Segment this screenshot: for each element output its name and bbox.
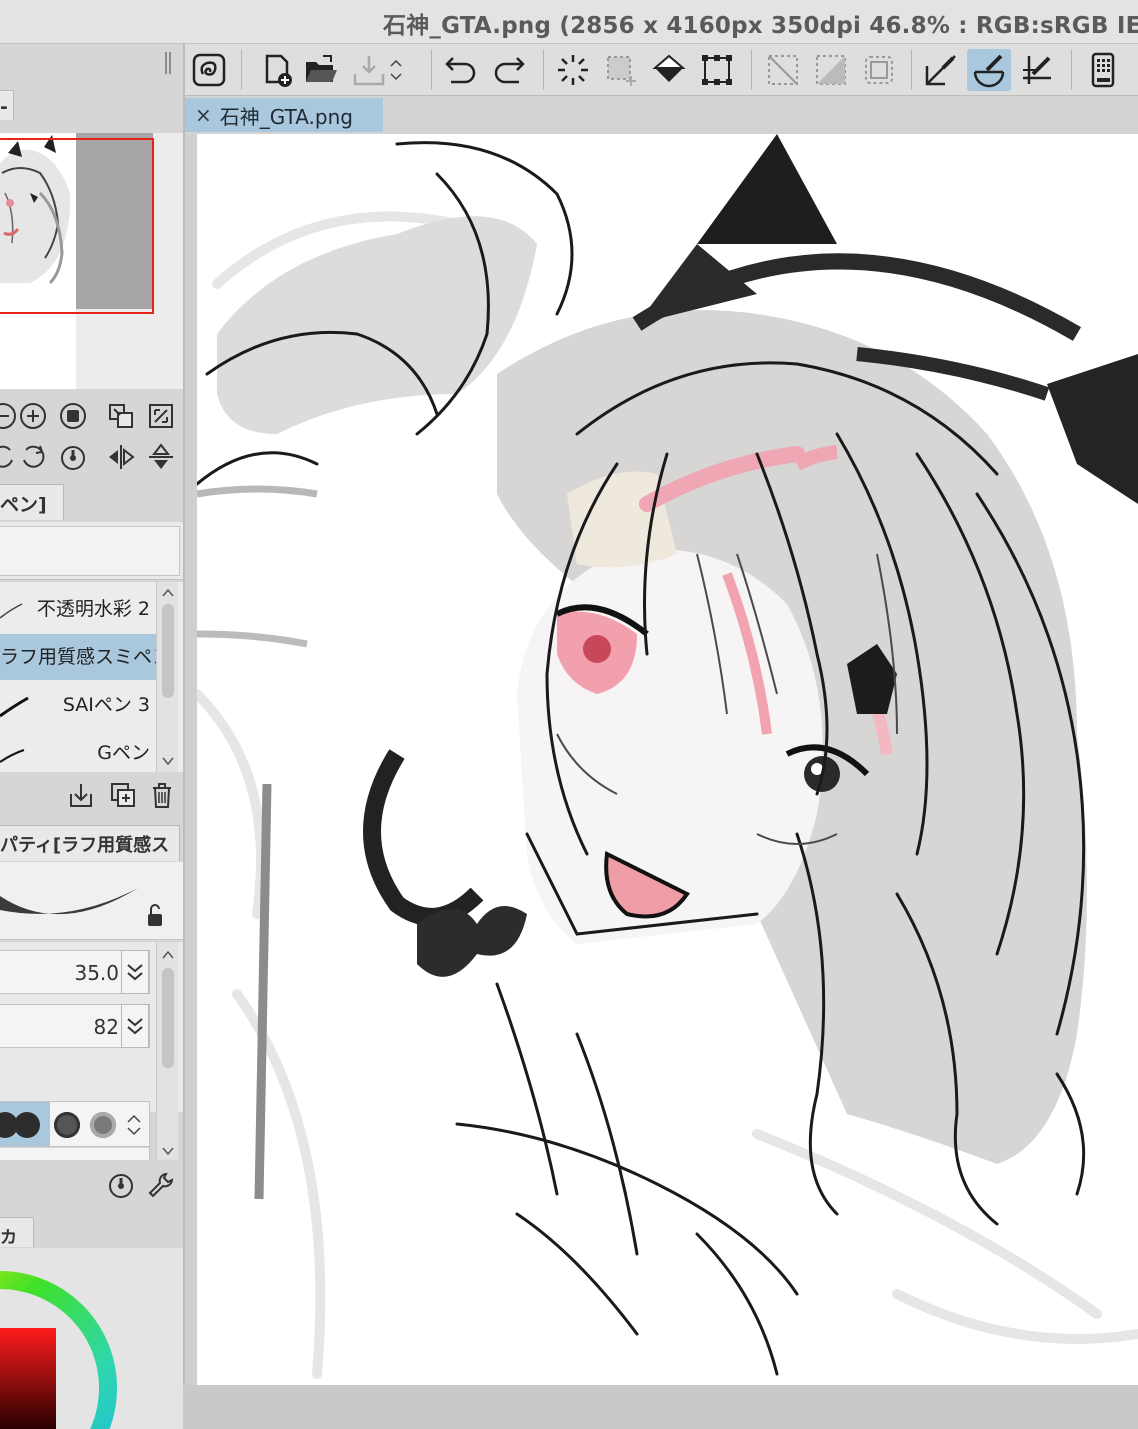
brush-item[interactable]: SAIペン 3	[0, 682, 156, 728]
brush-item-label: SAIペン 3	[62, 694, 150, 716]
navigator-tab[interactable]: -	[0, 90, 14, 120]
brush-tip-option[interactable]	[90, 1112, 116, 1138]
canvas-artwork	[197, 134, 1138, 1379]
toolbar-grip[interactable]	[165, 52, 179, 78]
duplicate-sub-tool-icon[interactable]	[106, 778, 140, 812]
clip-studio-icon[interactable]	[187, 49, 231, 91]
color-wheel-panel	[0, 1248, 183, 1429]
wrench-icon[interactable]	[144, 1168, 178, 1202]
brush-tip-stepper[interactable]	[125, 1110, 143, 1140]
brush-item-label: Gペン	[97, 742, 150, 764]
next-property-row	[0, 1148, 150, 1160]
document-tab-strip: × 石神_GTA.png	[185, 96, 1138, 134]
save-options-chevron-icon[interactable]	[385, 49, 407, 91]
hide-outside-selection-icon[interactable]	[761, 49, 805, 91]
tool-property-tab[interactable]: パティ[ラフ用質感ス	[0, 825, 180, 861]
lasso-icon[interactable]	[857, 49, 901, 91]
opacity-value: 82	[93, 1015, 119, 1039]
navigator-preview[interactable]	[0, 133, 183, 389]
actual-size-icon[interactable]	[56, 399, 90, 433]
document-tab-label: 石神_GTA.png	[219, 104, 353, 129]
navigator-view-frame[interactable]	[0, 138, 154, 314]
device-icon[interactable]	[1081, 49, 1125, 91]
flip-horizontal-icon[interactable]	[104, 440, 138, 474]
tool-property-scrollbar[interactable]	[156, 942, 178, 1160]
delete-sub-tool-icon[interactable]	[145, 778, 179, 812]
fit-to-navigator-icon[interactable]	[104, 399, 138, 433]
brush-preview-stroke	[0, 888, 138, 915]
sub-tool-scrollbar[interactable]	[156, 582, 178, 772]
sub-tool-actions	[0, 776, 183, 814]
brush-item-label: 不透明水彩 2	[36, 598, 150, 620]
window-title: 石神_GTA.png (2856 x 4160px 350dpi 46.8% :…	[383, 13, 1138, 39]
import-sub-tool-icon[interactable]	[64, 778, 98, 812]
command-bar	[185, 44, 1138, 96]
open-folder-icon[interactable]	[299, 49, 343, 91]
sub-tool-group-header	[0, 522, 183, 580]
opacity-pressure-toggle[interactable]	[121, 1004, 149, 1048]
snap-ruler-icon[interactable]	[919, 49, 963, 91]
tool-property-list: 35.0 82	[0, 942, 183, 1160]
color-wheel[interactable]	[0, 1248, 183, 1429]
snap-special-icon[interactable]	[967, 49, 1011, 91]
reset-rotation-icon[interactable]	[56, 440, 90, 474]
zoom-in-icon[interactable]	[16, 399, 50, 433]
sub-tool-panel-tab[interactable]: ペン]	[0, 484, 64, 520]
close-icon[interactable]: ×	[195, 103, 212, 127]
brush-item-label: ラフ用質感スミペン	[0, 646, 156, 668]
brush-tip-option[interactable]	[14, 1112, 40, 1138]
brush-size-value: 35.0	[74, 961, 119, 985]
navigator-controls-row-1	[0, 397, 183, 435]
color-wheel-tab[interactable]: カル	[0, 1217, 34, 1273]
fit-to-window-icon[interactable]	[144, 399, 178, 433]
document-tab[interactable]: × 石神_GTA.png	[185, 98, 383, 132]
brush-item[interactable]: 不透明水彩 2	[0, 586, 156, 632]
clear-selection-icon[interactable]	[551, 49, 595, 91]
left-panel: - ペン] 不透明水彩 2 ラフ用質感スミペン SAIペン 3 Gペン パティ[…	[0, 44, 185, 1429]
tool-property-actions	[0, 1166, 183, 1204]
saturation-value-square[interactable]	[0, 1328, 56, 1429]
brush-item-selected[interactable]: ラフ用質感スミペン	[0, 634, 156, 680]
redo-icon[interactable]	[487, 49, 531, 91]
ruler-snap-icon[interactable]	[809, 49, 853, 91]
navigator-controls-row-2	[0, 438, 183, 476]
brush-tip-selector[interactable]	[0, 1101, 150, 1147]
brush-item[interactable]: Gペン	[0, 730, 156, 776]
rotate-right-icon[interactable]	[16, 440, 50, 474]
undo-icon[interactable]	[439, 49, 483, 91]
flip-vertical-icon[interactable]	[144, 440, 178, 474]
brush-size-pressure-toggle[interactable]	[121, 950, 149, 994]
fill-icon[interactable]	[647, 49, 691, 91]
select-icon[interactable]	[599, 49, 643, 91]
sub-tool-group-box	[0, 526, 180, 576]
lock-icon[interactable]	[138, 898, 172, 932]
brush-stroke-preview	[0, 862, 183, 940]
snap-grid-icon[interactable]	[1015, 49, 1059, 91]
reset-property-icon[interactable]	[104, 1168, 138, 1202]
title-bar: 石神_GTA.png (2856 x 4160px 350dpi 46.8% :…	[0, 0, 1138, 44]
drawing-canvas[interactable]	[185, 134, 1138, 1385]
scroll-thumb[interactable]	[162, 604, 174, 698]
brush-tip-option[interactable]	[54, 1112, 80, 1138]
sub-tool-list: 不透明水彩 2 ラフ用質感スミペン SAIペン 3 Gペン	[0, 582, 183, 772]
transform-icon[interactable]	[695, 49, 739, 91]
new-file-icon[interactable]	[255, 49, 299, 91]
scroll-thumb[interactable]	[162, 968, 174, 1068]
